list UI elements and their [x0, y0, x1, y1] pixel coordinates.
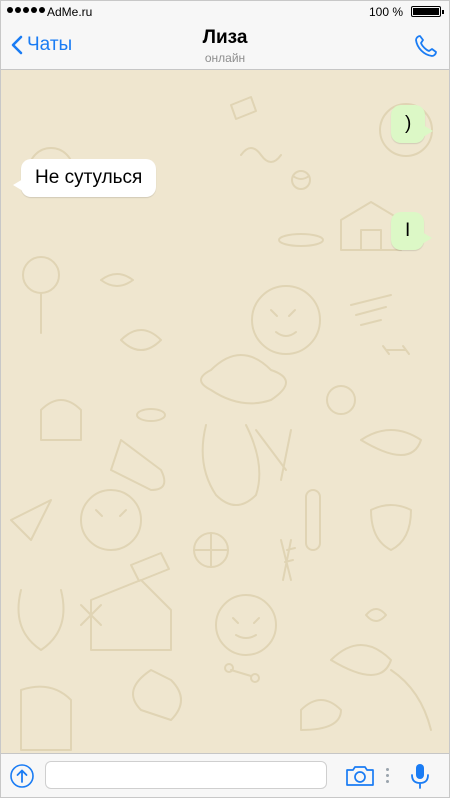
camera-icon [346, 766, 374, 786]
battery-percentage: 100 % [368, 5, 403, 19]
attach-button[interactable] [9, 763, 35, 794]
message-bubble-incoming[interactable]: Не сутулься [12, 159, 157, 197]
call-button[interactable] [413, 33, 439, 64]
arrow-up-circle-icon [10, 764, 34, 788]
message-text: Не сутулься [35, 167, 143, 188]
contact-status: онлайн [204, 51, 246, 65]
message-text: I [405, 220, 411, 241]
message-bubble-outgoing[interactable]: ) [391, 105, 434, 143]
signal-strength-icon [7, 7, 45, 13]
carrier-name: AdMe.ru [47, 5, 93, 19]
battery-icon [411, 6, 444, 17]
chat-area[interactable]: ) Не сутулься I [1, 70, 449, 753]
phone-icon [415, 35, 437, 57]
contact-name[interactable]: Лиза [1, 27, 449, 49]
app-frame: AdMe.ru 100 % Чаты Лиза онлайн) Не суту… [0, 0, 450, 798]
chat-header: Чаты Лиза онлайн [1, 23, 449, 70]
status-bar: AdMe.ru 100 % [1, 1, 449, 23]
message-bubble-outgoing[interactable]: I [391, 212, 433, 250]
battery-level-fill [413, 8, 439, 15]
message-input[interactable] [45, 761, 327, 789]
message-text: ) [405, 113, 412, 134]
camera-button[interactable] [345, 764, 375, 793]
voice-record-button[interactable] [409, 762, 431, 795]
message-input-bar [1, 753, 449, 797]
microphone-icon [411, 764, 429, 789]
separator-dots [386, 768, 389, 783]
